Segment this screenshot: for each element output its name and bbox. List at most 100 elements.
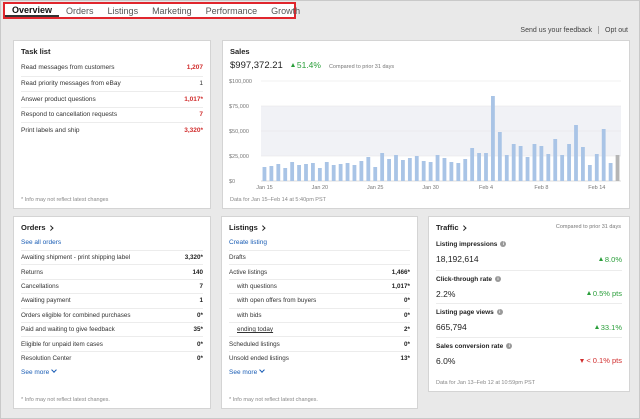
tab-marketing[interactable]: Marketing: [145, 4, 199, 17]
tab-performance[interactable]: Performance: [199, 4, 265, 17]
listings-see-more[interactable]: See more: [229, 367, 266, 376]
sales-bar[interactable]: [594, 154, 599, 181]
sales-bar[interactable]: [297, 165, 301, 181]
listings-footnote: * Info may not reflect latest changes.: [229, 397, 318, 403]
sales-bar[interactable]: [428, 162, 433, 181]
sales-bar[interactable]: [276, 164, 281, 181]
sales-bar[interactable]: [352, 165, 357, 181]
sales-bar[interactable]: [567, 144, 571, 181]
sales-bar[interactable]: [317, 168, 322, 181]
listings-title[interactable]: Listings: [222, 217, 417, 236]
see-all-orders-link[interactable]: See all orders: [21, 239, 61, 246]
sales-bar[interactable]: [311, 163, 315, 181]
order-row[interactable]: Awaiting payment 1: [21, 293, 203, 307]
sales-bar[interactable]: [442, 158, 447, 181]
listing-row[interactable]: Unsold ended listings 13*: [229, 350, 410, 365]
orders-see-more[interactable]: See more: [21, 367, 58, 376]
order-row[interactable]: Paid and waiting to give feedback 35*: [21, 321, 203, 336]
sales-bar[interactable]: [435, 155, 440, 181]
sales-bar[interactable]: [511, 144, 516, 181]
sales-bar[interactable]: [601, 129, 606, 181]
orders-title[interactable]: Orders: [14, 217, 210, 236]
sales-bar[interactable]: [401, 160, 405, 181]
sales-bar[interactable]: [546, 154, 551, 181]
info-icon[interactable]: i: [506, 342, 513, 349]
sales-bar[interactable]: [345, 163, 350, 181]
info-icon[interactable]: i: [494, 275, 501, 282]
sales-bar[interactable]: [463, 159, 468, 181]
opt-out-link[interactable]: Opt out: [605, 27, 628, 34]
sales-bar[interactable]: [608, 163, 613, 181]
task-row[interactable]: Answer product questions 1,017*: [21, 91, 203, 107]
sales-bar[interactable]: [477, 153, 481, 181]
tab-orders[interactable]: Orders: [59, 4, 101, 17]
sales-bar[interactable]: [366, 157, 371, 181]
order-row[interactable]: Eligible for unpaid item cases 0*: [21, 336, 203, 350]
sales-bar[interactable]: [539, 146, 544, 181]
sales-bar[interactable]: [324, 162, 329, 181]
sales-bar[interactable]: [470, 148, 475, 181]
task-row[interactable]: Print labels and ship 3,320*: [21, 122, 203, 138]
traffic-compare: Compared to prior 31 days: [555, 224, 621, 230]
task-list-title: Task list: [21, 47, 51, 56]
order-row[interactable]: Orders eligible for combined purchases 0*: [21, 307, 203, 322]
listing-row[interactable]: with bids 0*: [229, 307, 410, 322]
sales-bar[interactable]: [518, 146, 523, 181]
sales-bar[interactable]: [387, 159, 391, 181]
sales-bar[interactable]: [525, 157, 530, 181]
sales-bar[interactable]: [283, 168, 288, 181]
task-row[interactable]: Respond to cancellation requests 7: [21, 106, 203, 123]
create-listing-link[interactable]: Create listing: [229, 239, 267, 246]
arrow-up-icon: [598, 256, 603, 261]
sales-bar[interactable]: [373, 167, 378, 181]
sales-bar[interactable]: [574, 125, 578, 181]
traffic-card: Traffic Compared to prior 31 days Listin…: [428, 216, 630, 392]
sales-bar[interactable]: [560, 155, 565, 181]
sales-bar[interactable]: [262, 167, 267, 181]
sales-bar[interactable]: [615, 155, 620, 181]
task-count: 1: [199, 80, 203, 88]
tab-listings[interactable]: Listings: [101, 4, 146, 17]
sales-bar[interactable]: [414, 156, 419, 181]
sales-bar[interactable]: [421, 161, 426, 181]
listing-row[interactable]: with open offers from buyers 0*: [229, 293, 410, 307]
feedback-link[interactable]: Send us your feedback: [520, 27, 592, 34]
sales-bar[interactable]: [553, 139, 558, 181]
info-icon[interactable]: i: [496, 309, 503, 315]
order-label: Cancellations: [21, 282, 59, 290]
sales-bar[interactable]: [359, 161, 364, 181]
sales-bar[interactable]: [456, 163, 461, 181]
listing-count: 0*: [404, 311, 410, 319]
sales-bar[interactable]: [484, 153, 488, 181]
sales-bar[interactable]: [581, 147, 585, 181]
listing-row[interactable]: Active listings 1,466*: [229, 264, 410, 278]
order-row[interactable]: Awaiting shipment - print shipping label…: [21, 250, 203, 264]
listing-row[interactable]: Drafts: [229, 250, 410, 264]
sales-bar[interactable]: [269, 166, 274, 181]
sales-bar[interactable]: [290, 162, 295, 181]
sales-bar[interactable]: [380, 153, 385, 181]
info-icon[interactable]: i: [500, 241, 507, 247]
tab-overview[interactable]: Overview: [5, 4, 60, 17]
sales-bar[interactable]: [304, 164, 308, 181]
listing-row[interactable]: ending today 2*: [229, 321, 410, 336]
sales-bar[interactable]: [394, 155, 398, 181]
sales-bar[interactable]: [449, 162, 454, 181]
listing-row[interactable]: Scheduled listings 0*: [229, 336, 410, 350]
sales-bar[interactable]: [497, 132, 502, 181]
sales-bar[interactable]: [407, 158, 412, 181]
order-row[interactable]: Cancellations 7: [21, 278, 203, 293]
sales-total: $997,372.21: [230, 60, 283, 71]
sales-bar[interactable]: [331, 165, 336, 181]
sales-bar[interactable]: [338, 164, 343, 181]
task-row[interactable]: Read priority messages from eBay 1: [21, 75, 203, 92]
sales-bar[interactable]: [587, 165, 592, 181]
order-row[interactable]: Resolution Center 0*: [21, 350, 203, 365]
sales-bar[interactable]: [532, 144, 537, 181]
sales-bar[interactable]: [491, 96, 495, 181]
sales-bar[interactable]: [504, 155, 509, 181]
tab-growth[interactable]: Growth: [264, 4, 307, 17]
task-row[interactable]: Read messages from customers 1,207: [21, 60, 203, 76]
order-row[interactable]: Returns 140: [21, 264, 203, 278]
listing-row[interactable]: with questions 1,017*: [229, 278, 410, 293]
